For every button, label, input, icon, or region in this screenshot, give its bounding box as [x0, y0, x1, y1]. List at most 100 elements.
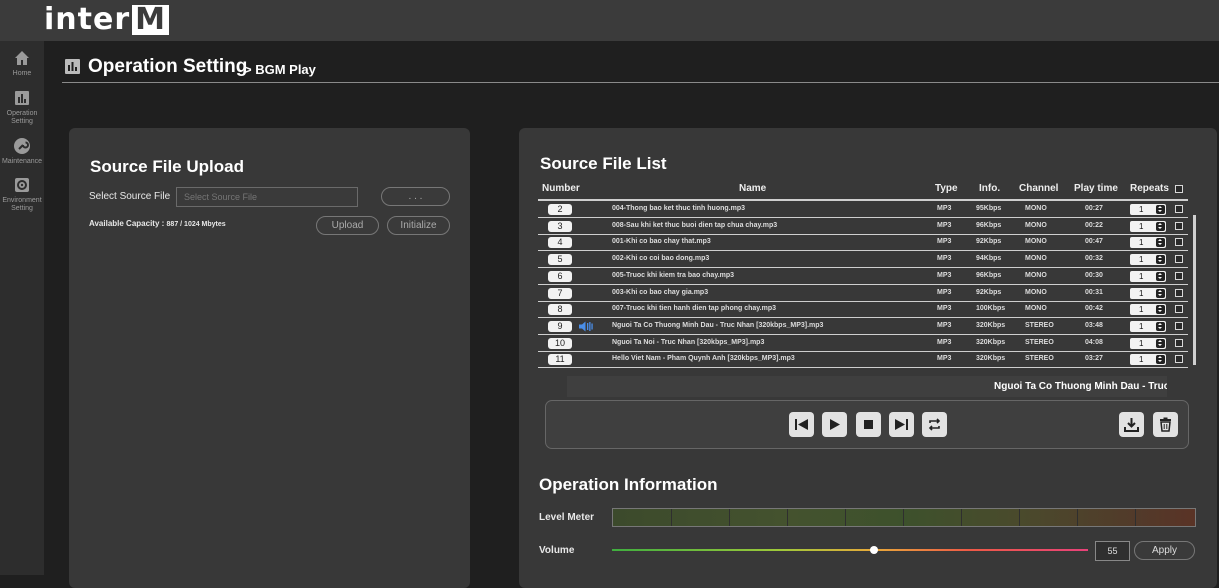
repeats-stepper[interactable]: 1 [1130, 287, 1166, 299]
row-checkbox[interactable] [1175, 321, 1183, 330]
row-checkbox[interactable] [1175, 255, 1183, 264]
download-button[interactable] [1119, 412, 1144, 437]
play-button[interactable] [822, 412, 847, 437]
stop-button[interactable] [856, 412, 881, 437]
table-row[interactable]: 11 Hello Viet Nam - Pham Quynh Anh [320kb… [538, 351, 1188, 369]
volume-value-field[interactable]: 55 [1095, 541, 1130, 561]
track-type: MP3 [937, 321, 952, 329]
track-number: 5 [548, 254, 572, 266]
stepper-arrows-icon[interactable] [1156, 338, 1165, 348]
track-number: 6 [548, 270, 572, 282]
row-checkbox[interactable] [1175, 288, 1183, 297]
sidebar-item-maintenance[interactable]: Maintenance [0, 137, 44, 166]
previous-button[interactable] [789, 412, 814, 437]
track-type: MP3 [937, 255, 952, 263]
repeats-stepper[interactable]: 1 [1130, 337, 1166, 349]
track-play-time: 00:31 [1085, 288, 1103, 296]
track-bitrate: 92Kbps [976, 238, 1002, 246]
table-row[interactable]: 8 007-Truoc khi tien hanh dien tap phong … [538, 301, 1188, 319]
repeats-stepper[interactable]: 1 [1130, 254, 1166, 266]
track-name: Nguoi Ta Noi - Truc Nhan [320kbps_MP3].m… [612, 338, 765, 346]
repeats-stepper[interactable]: 1 [1130, 304, 1166, 316]
stepper-arrows-icon[interactable] [1156, 288, 1165, 298]
table-row[interactable]: 7 003-Khi co bao chay gia.mp3 MP3 92Kbps MON… [538, 285, 1188, 302]
trash-icon [1160, 417, 1171, 432]
table-row[interactable]: 4 001-Khi co bao chay that.mp3 MP3 92Kbps MO… [538, 234, 1188, 252]
stepper-arrows-icon[interactable] [1156, 321, 1165, 331]
sidebar-item-operation-setting[interactable]: Operation Setting [0, 89, 44, 126]
repeats-value: 1 [1139, 288, 1144, 298]
stepper-arrows-icon[interactable] [1156, 205, 1165, 214]
repeats-stepper[interactable]: 1 [1130, 237, 1166, 249]
repeats-stepper[interactable]: 1 [1130, 220, 1166, 232]
row-checkbox[interactable] [1175, 205, 1183, 213]
sidebar-item-label: Operation Setting [6, 110, 38, 125]
table-row[interactable]: 2 004-Thong bao ket thuc tinh huong.mp3 MP… [538, 201, 1188, 218]
top-bar: inter M [0, 0, 1219, 41]
track-bitrate: 92Kbps [976, 288, 1002, 296]
table-row[interactable]: 3 008-Sau khi ket thuc buoi dien tap chua… [538, 218, 1188, 235]
repeats-stepper[interactable]: 1 [1130, 354, 1166, 366]
select-all-checkbox[interactable] [1175, 185, 1183, 193]
browse-button[interactable]: . . . [381, 187, 450, 206]
track-name: Hello Viet Nam - Pham Quynh Anh [320kbps… [612, 355, 795, 363]
upload-button[interactable]: Upload [316, 216, 379, 235]
apply-button[interactable]: Apply [1134, 541, 1195, 560]
row-checkbox[interactable] [1175, 355, 1183, 364]
sidebar-item-home[interactable]: Home [0, 49, 44, 78]
row-checkbox[interactable] [1175, 338, 1183, 347]
track-bitrate: 94Kbps [976, 255, 1002, 263]
next-button[interactable] [889, 412, 914, 437]
stepper-arrows-icon[interactable] [1156, 271, 1165, 281]
stepper-arrows-icon[interactable] [1156, 255, 1165, 265]
repeats-value: 1 [1139, 321, 1144, 331]
track-name: 004-Thong bao ket thuc tinh huong.mp3 [612, 205, 745, 212]
page-header: Operation Setting > BGM Play [62, 52, 1219, 83]
track-bitrate: 96Kbps [976, 221, 1002, 229]
track-name: 007-Truoc khi tien hanh dien tap phong c… [612, 305, 777, 313]
repeats-stepper[interactable]: 1 [1130, 320, 1166, 332]
list-scrollbar[interactable] [1193, 215, 1196, 365]
stepper-arrows-icon[interactable] [1156, 221, 1165, 231]
table-row[interactable]: 9 Nguoi Ta Co Thuong Minh Dau - Truc Nhan… [538, 318, 1188, 335]
col-name: Name [739, 183, 767, 194]
file-list-title: Source File List [540, 154, 667, 173]
logo-box: M [132, 5, 169, 35]
table-row[interactable]: 6 005-Truoc khi kiem tra bao chay.mp3 MP3 9… [538, 268, 1188, 285]
track-play-time: 03:48 [1085, 321, 1103, 329]
row-checkbox[interactable] [1175, 221, 1183, 230]
row-checkbox[interactable] [1175, 271, 1183, 280]
stepper-arrows-icon[interactable] [1156, 305, 1165, 315]
volume-slider-track[interactable] [612, 549, 1088, 551]
track-bitrate: 96Kbps [976, 271, 1002, 279]
delete-button[interactable] [1153, 412, 1178, 437]
repeats-value: 1 [1139, 305, 1144, 315]
col-channel: Channel [1019, 183, 1059, 194]
stepper-arrows-icon[interactable] [1156, 238, 1165, 248]
track-bitrate: 320Kbps [976, 338, 1006, 346]
table-row[interactable]: 5 002-Khi co coi bao dong.mp3 MP3 94Kbps MON… [538, 251, 1188, 269]
repeats-value: 1 [1139, 205, 1144, 214]
track-play-time: 04:08 [1085, 338, 1103, 346]
chart-icon [65, 59, 80, 74]
volume-slider-handle[interactable] [869, 546, 878, 554]
home-icon [15, 51, 29, 65]
stepper-arrows-icon[interactable] [1156, 355, 1165, 365]
track-number: 4 [548, 237, 572, 249]
source-file-input[interactable] [176, 187, 358, 207]
sidebar-item-environment-setting[interactable]: Environment Setting [0, 176, 44, 213]
repeat-button[interactable] [922, 412, 947, 437]
row-checkbox[interactable] [1175, 238, 1183, 247]
row-checkbox[interactable] [1175, 305, 1183, 314]
track-type: MP3 [937, 221, 952, 229]
track-play-time: 00:47 [1085, 238, 1103, 246]
table-row[interactable]: 10 Nguoi Ta Noi - Truc Nhan [320kbps_MP3]… [538, 335, 1188, 352]
repeats-stepper[interactable]: 1 [1130, 270, 1166, 282]
track-number: 7 [548, 287, 572, 299]
initialize-button[interactable]: Initialize [387, 216, 450, 235]
download-icon [1124, 418, 1139, 432]
repeats-stepper[interactable]: 1 [1130, 204, 1166, 215]
player-controls [545, 400, 1189, 449]
track-channel: STEREO [1025, 321, 1054, 329]
col-type: Type [935, 183, 958, 194]
